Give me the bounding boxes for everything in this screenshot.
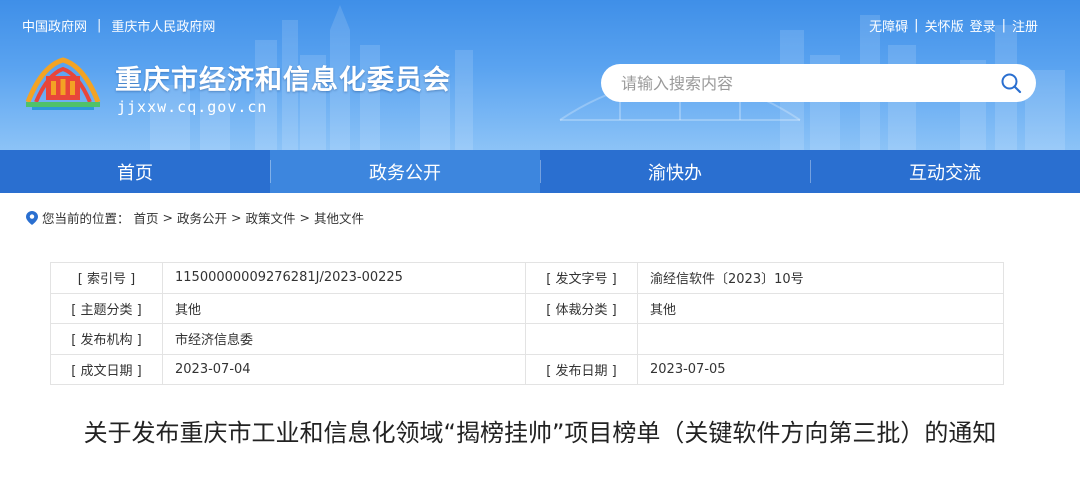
main-nav: 首页 政务公开 渝快办 互动交流 [0, 150, 1080, 193]
link-china-gov[interactable]: 中国政府网 [22, 16, 87, 35]
table-row: [ 发布机构 ] 市经济信息委 [50, 323, 1004, 355]
meta-value-genre: 其他 [637, 292, 1004, 324]
table-row: [ 成文日期 ] 2023-07-04 [ 发布日期 ] 2023-07-05 [50, 353, 1004, 385]
meta-value-written-date: 2023-07-04 [162, 353, 526, 385]
register-link[interactable]: 注册 [1012, 16, 1038, 35]
nav-item-yukuaiban[interactable]: 渝快办 [540, 150, 810, 193]
document-title: 关于发布重庆市工业和信息化领域“揭榜挂帅”项目榜单（关键软件方向第三批）的通知 [83, 419, 997, 447]
breadcrumb-government-affairs[interactable]: 政务公开 [177, 208, 227, 227]
search-button[interactable] [998, 70, 1024, 96]
breadcrumb-separator: > [299, 210, 311, 225]
search-input[interactable] [621, 73, 998, 93]
breadcrumb-home[interactable]: 首页 [134, 208, 159, 227]
breadcrumb-policy-documents[interactable]: 政策文件 [246, 208, 296, 227]
site-domain: jjxxw.cq.gov.cn [117, 98, 268, 116]
government-emblem-logo[interactable] [22, 52, 104, 112]
meta-key-written-date: [ 成文日期 ] [50, 353, 163, 385]
meta-key-genre: [ 体裁分类 ] [525, 292, 638, 324]
topbar-divider: | [914, 18, 919, 33]
breadcrumb-prefix: 您当前的位置： [42, 211, 130, 226]
meta-key-empty [525, 323, 638, 355]
login-link[interactable]: 登录 [970, 16, 996, 35]
site-title[interactable]: 重庆市经济和信息化委员会 [115, 58, 451, 97]
meta-value-document-number: 渝经信软件〔2023〕10号 [637, 262, 1004, 294]
link-chongqing-gov[interactable]: 重庆市人民政府网 [111, 16, 215, 35]
meta-value-empty [637, 323, 1004, 355]
meta-key-subject: [ 主题分类 ] [50, 292, 163, 324]
meta-value-index-number: 11500000009276281J/2023-00225 [162, 262, 526, 294]
document-metadata-table: [ 索引号 ] 11500000009276281J/2023-00225 [ … [50, 262, 1004, 385]
meta-key-publish-date: [ 发布日期 ] [525, 353, 638, 385]
nav-item-government-affairs[interactable]: 政务公开 [270, 150, 540, 193]
search-bar [601, 64, 1036, 102]
meta-value-subject: 其他 [162, 292, 526, 324]
topbar-divider: | [97, 18, 102, 33]
meta-value-publish-date: 2023-07-05 [637, 353, 1004, 385]
breadcrumb: 您当前的位置： 首页 > 政务公开 > 政策文件 > 其他文件 [26, 208, 364, 227]
topbar-gov-links: 中国政府网 | 重庆市人民政府网 [22, 16, 215, 35]
location-pin-icon [26, 210, 38, 225]
topbar-user-links: 无障碍 | 关怀版 登录 | 注册 [869, 16, 1038, 35]
link-accessibility[interactable]: 无障碍 [869, 16, 908, 35]
meta-key-document-number: [ 发文字号 ] [525, 262, 638, 294]
nav-item-home[interactable]: 首页 [0, 150, 270, 193]
nav-item-interaction[interactable]: 互动交流 [810, 150, 1080, 193]
breadcrumb-other-documents[interactable]: 其他文件 [314, 208, 364, 227]
site-header: 中国政府网 | 重庆市人民政府网 无障碍 | 关怀版 登录 | 注册 重庆市经济… [0, 0, 1080, 150]
search-icon [1001, 73, 1022, 94]
meta-value-issuer: 市经济信息委 [162, 323, 526, 355]
table-row: [ 索引号 ] 11500000009276281J/2023-00225 [ … [50, 262, 1004, 294]
link-elder-mode[interactable]: 关怀版 [925, 16, 964, 35]
topbar-divider: | [1001, 18, 1006, 33]
meta-key-index-number: [ 索引号 ] [50, 262, 163, 294]
meta-key-issuer: [ 发布机构 ] [50, 323, 163, 355]
breadcrumb-separator: > [231, 210, 242, 225]
breadcrumb-separator: > [162, 210, 174, 225]
table-row: [ 主题分类 ] 其他 [ 体裁分类 ] 其他 [50, 292, 1004, 324]
